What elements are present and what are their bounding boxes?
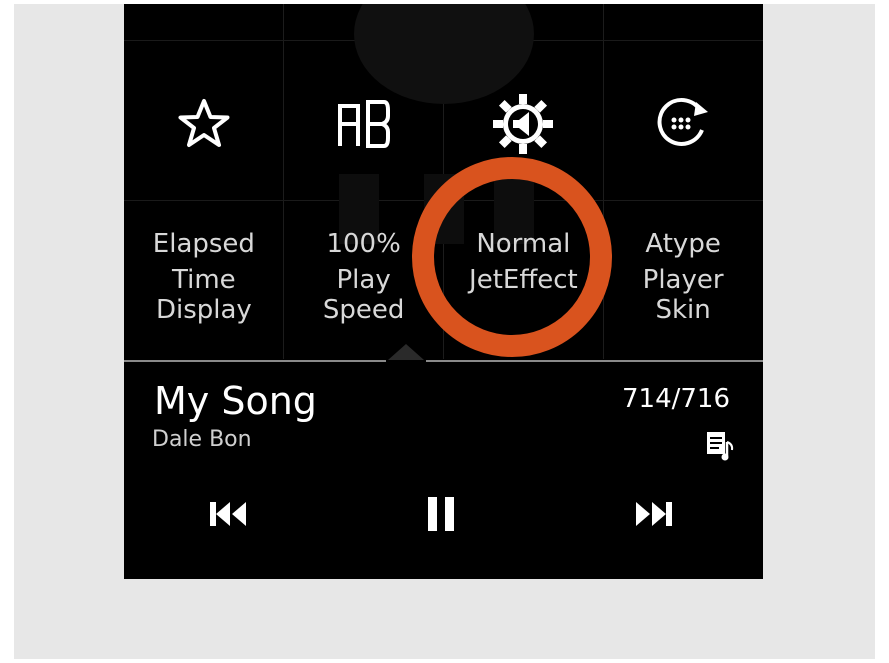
option-label: Atype [645, 229, 721, 259]
elapsed-time-display-option[interactable]: Elapsed Time Display [124, 226, 284, 346]
song-artist: Dale Bon [152, 427, 252, 452]
player-skin-option[interactable]: Atype Player Skin [603, 226, 763, 346]
playback-controls [124, 484, 763, 544]
quick-settings-label-row: Elapsed Time Display 100% Play Speed Nor… [124, 226, 763, 346]
playlist-icon [707, 432, 734, 461]
music-player-screen: Elapsed Time Display 100% Play Speed Nor… [124, 4, 763, 579]
jeteffect-option[interactable]: Normal JetEffect [444, 226, 604, 346]
panel-divider [426, 360, 763, 362]
jeteffect-button[interactable] [444, 74, 604, 174]
previous-track-button[interactable] [198, 484, 258, 544]
player-skin-button[interactable] [603, 74, 763, 174]
option-label: Skin [655, 295, 711, 325]
song-title: My Song [154, 379, 317, 423]
track-position: 714/716 [621, 384, 730, 414]
skin-cycle-icon [657, 97, 709, 146]
next-track-button[interactable] [624, 484, 684, 544]
option-label: 100% [326, 229, 401, 259]
quick-settings-icon-row [124, 74, 763, 174]
option-label: Speed [322, 295, 405, 325]
option-label: Normal [476, 229, 571, 259]
pause-icon [428, 497, 454, 531]
previous-track-icon [210, 502, 246, 526]
ab-repeat-icon [337, 100, 390, 148]
option-label: Elapsed [152, 229, 255, 259]
star-icon [178, 99, 230, 147]
option-label: Display [155, 295, 252, 325]
play-speed-option[interactable]: 100% Play Speed [284, 226, 444, 346]
panel-pointer [388, 344, 424, 360]
next-track-icon [636, 502, 672, 526]
option-label: JetEffect [469, 265, 578, 295]
jeteffect-gear-speaker-icon [493, 94, 554, 154]
playlist-button[interactable] [705, 430, 735, 462]
pause-button[interactable] [411, 484, 471, 544]
ab-repeat-button[interactable] [284, 74, 444, 174]
favorite-button[interactable] [124, 74, 284, 174]
panel-divider [124, 360, 386, 362]
